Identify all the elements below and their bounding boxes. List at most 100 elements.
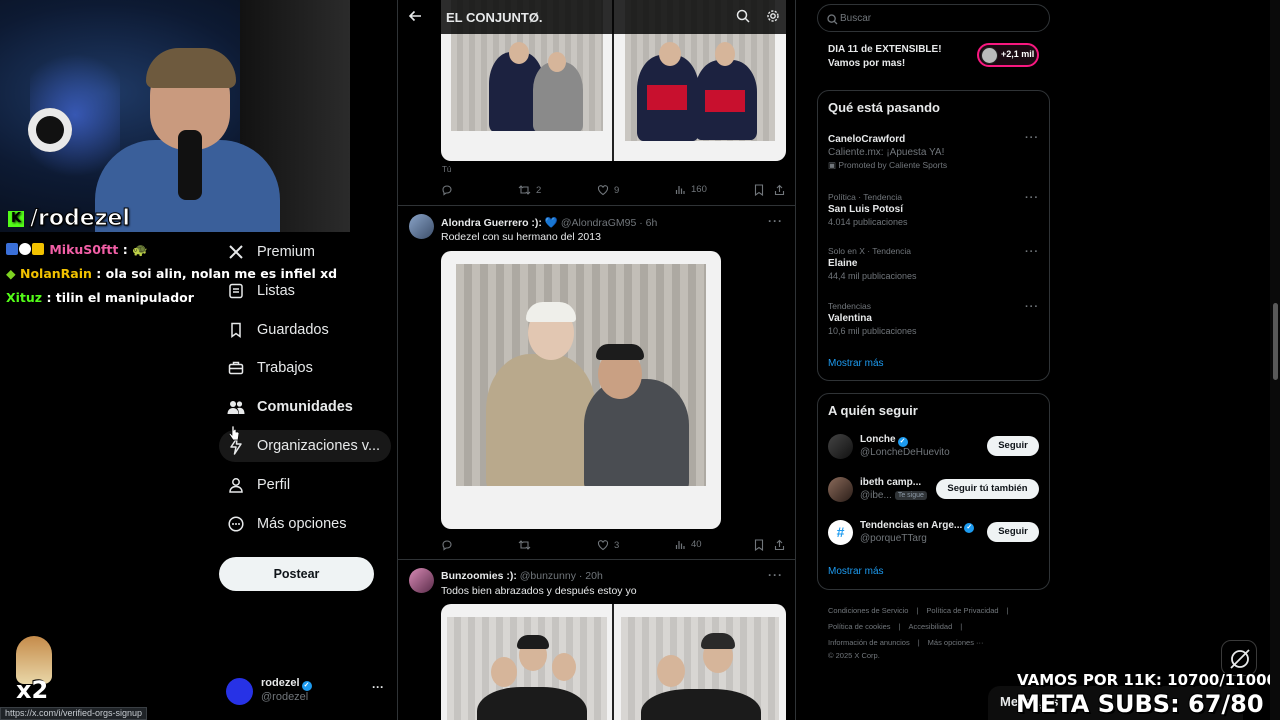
x-logo-icon [227,243,245,261]
search-field[interactable] [817,4,1050,32]
avatar [828,477,853,502]
follow-suggestion[interactable]: # Tendencias en Arge... ✓ @porqueTTarg Se… [828,520,1043,550]
tweet-author[interactable]: Alondra Guerrero :): 💙 @AlondraGM95 · 6h [441,216,657,229]
repost-button[interactable] [518,539,531,551]
live-listeners-pill[interactable]: +2,1 mil [977,43,1039,67]
tweet-photo[interactable] [441,604,786,720]
show-more-link[interactable]: Mostrar más [828,358,884,369]
follow-suggestion[interactable]: ibeth camp... @ibe... Te sigue Seguir tú … [828,477,1043,507]
follow-back-button[interactable]: Seguir tú también [936,479,1039,499]
trend-item[interactable]: CaneloCrawford Caliente.mx: ¡Apuesta YA!… [828,132,1043,171]
trend-more-icon[interactable]: ··· [1025,301,1039,313]
verified-badge-icon: ✓ [964,523,975,533]
trend-item[interactable]: Política · Tendencia San Luis Potosí 4.0… [828,192,1043,227]
ad-icon: ▣ [828,160,839,170]
avatar [828,434,853,459]
tweet-more-icon[interactable]: ··· [768,568,783,582]
live-space-row[interactable]: DIA 11 de EXTENSIBLE! Vamos por mas! +2,… [828,36,1043,72]
photo-tag-caption: Tú [442,165,452,174]
chat-username: MikuS0ftt [49,242,119,257]
more-circle-icon [227,515,245,533]
chat-text: : [122,242,128,257]
verified-badge-icon: ✓ [897,437,908,447]
panel-title: A quién seguir [828,403,918,418]
badge-icon [19,243,31,255]
footer-link[interactable]: Condiciones de Servicio [828,606,908,615]
follow-suggestion[interactable]: Lonche ✓ @LoncheDeHuevito Seguir [828,434,1043,464]
post-button[interactable]: Postear [219,557,374,591]
reply-button[interactable] [441,184,453,196]
footer-link[interactable]: Información de anuncios [828,638,910,647]
footer-links: Condiciones de Servicio | Política de Priv… [828,606,1009,660]
avatar[interactable] [409,214,434,239]
trend-more-icon[interactable]: ··· [1025,246,1039,258]
conversation-header: EL CONJUNTØ. [398,0,795,34]
footer-link[interactable]: Política de cookies [828,622,891,631]
nav-organizaciones[interactable]: Organizaciones v... [219,430,391,462]
nav-perfil[interactable]: Perfil [219,469,391,501]
reply-button[interactable] [441,539,453,551]
page-scrollbar[interactable] [1270,0,1280,720]
back-arrow-icon[interactable] [408,9,422,28]
stream-emote-alert: x2 [6,636,62,706]
follows-you-badge: Te sigue [894,491,927,500]
like-button[interactable]: 3 [597,539,619,551]
search-icon[interactable] [736,9,750,28]
bookmark-button[interactable] [754,184,764,196]
tweet-actions: 2 9 160 [398,184,795,200]
trend-more-icon[interactable]: ··· [1025,132,1039,144]
share-button[interactable] [774,539,785,551]
search-icon [827,12,838,30]
tweet-text: Rodezel con su hermano del 2013 [441,231,601,243]
page-title: EL CONJUNTØ. [446,10,543,25]
follow-button[interactable]: Seguir [987,436,1039,456]
nav-mas-opciones[interactable]: Más opciones [219,508,391,540]
avatar [226,678,253,705]
nav-trabajos[interactable]: Trabajos [219,352,391,384]
more-icon[interactable]: ··· [372,680,384,694]
chat-username: NolanRain [19,266,92,281]
show-more-link[interactable]: Mostrar más [828,566,884,577]
tweet-divider [398,559,795,560]
kick-logo-icon: K [8,211,24,227]
nav-guardados[interactable]: Guardados [219,314,391,346]
repost-button[interactable]: 2 [518,184,541,196]
share-button[interactable] [774,184,785,196]
tweet-photo[interactable] [441,251,721,529]
views-button[interactable]: 160 [675,184,707,195]
nav-listas[interactable]: Listas [219,275,391,307]
follow-button[interactable]: Seguir [987,522,1039,542]
scrollbar-thumb[interactable] [1273,303,1278,380]
trend-item[interactable]: Solo en X · Tendencia Elaine 44,4 mil pu… [828,246,1043,281]
trending-panel: Qué está pasando CaneloCrawford Caliente… [817,90,1050,381]
account-switcher[interactable]: rodezel ✓ @rodezel ··· [226,676,386,706]
search-input[interactable] [840,10,1040,26]
blue-heart-icon: 💙 [544,217,558,229]
avatar[interactable] [409,568,434,593]
communities-icon [227,398,245,416]
views-button[interactable]: 40 [675,539,702,550]
gear-icon[interactable] [766,9,780,28]
bookmark-button[interactable] [754,539,764,551]
footer-link[interactable]: Política de Privacidad [926,606,998,615]
trend-more-icon[interactable]: ··· [1025,192,1039,204]
like-button[interactable]: 9 [597,184,619,196]
footer-link[interactable]: Más opciones ··· [928,638,984,647]
timeline-column: Tú 2 9 160 Alondra Guerrero :): 💙 @Alond [397,0,796,720]
nav-premium[interactable]: Premium [219,236,391,268]
tweet-more-icon[interactable]: ··· [768,214,783,228]
list-icon [227,282,245,300]
browser-status-url: https://x.com/i/verified-orgs-signup [0,707,148,720]
bookmark-icon [227,321,245,339]
footer-link[interactable]: Accesibilidad [909,622,953,631]
who-to-follow-panel: A quién seguir Lonche ✓ @LoncheDeHuevito … [817,393,1050,590]
tweet-actions: 3 40 [398,539,795,555]
tweet-text: Todos bien abrazados y después estoy yo [441,585,637,597]
trend-item[interactable]: Tendencias Valentina 10,6 mil publicacio… [828,301,1043,336]
panel-title: Qué está pasando [828,100,940,115]
nav-comunidades[interactable]: Comunidades [219,391,391,423]
avatar [981,47,998,64]
tweet-header: Bunzoomies :): @bunzunny · 20h Todos bie… [409,568,789,598]
chat-text: : tilin el manipulador [46,290,194,305]
tweet-author[interactable]: Bunzoomies :): @bunzunny · 20h [441,570,603,582]
